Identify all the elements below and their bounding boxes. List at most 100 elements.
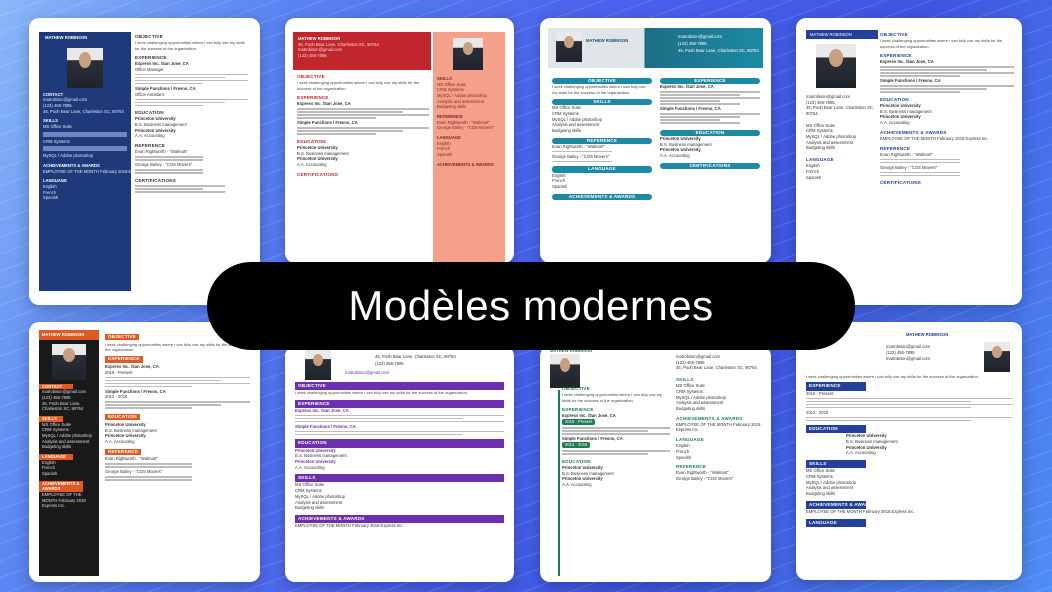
resume-name: MATHEW ROBINSON [39, 330, 99, 340]
awards-heading: ACHIEVEMENTS & AWARDS [295, 514, 504, 524]
resume-name: MATHEW ROBINSON [45, 35, 88, 40]
awards-heading: ACHIEVEMENTS & AWARDS [437, 161, 494, 167]
reference-item: George Bailey - "COS Movers" [135, 162, 193, 168]
avatar [550, 354, 580, 388]
language-item: Spanish [42, 471, 58, 477]
degree: A.A. Accounting [135, 133, 165, 139]
job-title: Express Inc. /San Jose, CA [297, 101, 351, 107]
awards-heading: ACHIEVEMENTS & AWARDS [39, 480, 83, 493]
resume-template-blue-minimal[interactable]: MATHEW ROBINSON matrobison@gmail.com (12… [796, 18, 1022, 305]
phone: (123) 456-7895 [298, 53, 327, 59]
resume-template-black-orange[interactable]: MATHEW ROBINSON CONTACT matrobison@gmail… [29, 322, 260, 582]
skills-heading: SKILLS [295, 474, 504, 483]
resume-name: MATHEW ROBINSON [586, 38, 629, 43]
objective-heading: OBJECTIVE [105, 334, 139, 341]
address: 45, Pooh Bear Lane, Charleston SC, 90764 [43, 108, 124, 114]
avatar [984, 342, 1010, 372]
award: EMPLOYEE OF THE MONTH February 2018 Expr… [806, 508, 915, 514]
reference-item: Evan Rightworth - "Walmart" [105, 456, 158, 462]
job-dates: 2012 - 2016 [105, 394, 128, 400]
language-heading: LANGUAGE [437, 135, 461, 141]
skill-item: MySQL / Adobe photoshop [42, 433, 92, 439]
awards-heading: ACHIEVEMENTS & AWARDS [43, 163, 100, 169]
degree: A.A. Accounting [562, 482, 592, 488]
objective-text: I seek challenging opportunities where I… [135, 40, 245, 51]
award: EMPLOYEE OF THE MONTH February 2018 Expr… [880, 135, 989, 141]
job-title: Express Inc. /San Jose, CA [660, 84, 714, 90]
avatar [453, 38, 483, 70]
reference-item: Evan Rightworth - "Walmart" [552, 143, 605, 149]
language-item: Spanish [43, 195, 59, 201]
experience-heading: EXPERIENCE [295, 399, 504, 408]
degree: A.A. Accounting [846, 450, 876, 456]
job-title: Simple Functions / Fresno, CA [295, 423, 356, 429]
resume-template-purple[interactable]: 45, Pooh Bear Lane, Charleston SC, 90764… [285, 346, 514, 582]
reference-item: Evan Rightworth - "Walmart" [880, 151, 933, 157]
avatar [816, 44, 856, 88]
reference-heading: REFERENCE [105, 448, 142, 455]
resume-name: MATHEW ROBINSON [806, 30, 878, 39]
award: EMPLOYEE OF THE MONTH February 2018 Expr… [43, 168, 131, 174]
avatar [305, 350, 331, 380]
job-dates: 2016 - Present [105, 369, 133, 375]
degree: A.A. Accounting [880, 119, 910, 125]
address: 45, Pooh Bear Lane, Charleston SC, 90764 [806, 105, 874, 117]
skills-heading: SKILLS [806, 460, 866, 469]
cert-heading: CERTIFICATIONS [135, 177, 176, 183]
job-dates: 2016 - Present [562, 418, 596, 425]
job-title: Express Inc. /San Jose, CA [880, 59, 934, 65]
experience-heading: EXPERIENCE [105, 356, 143, 363]
skill-item: Budgeting skills [676, 405, 706, 411]
skill-item: CRM Systems [43, 138, 70, 144]
avatar [556, 32, 582, 62]
objective-text: I seek challenging opportunities where I… [806, 374, 979, 379]
job-title: Express Inc. /San Jose, CA [295, 407, 349, 413]
skill-item: Budgeting skills [552, 127, 582, 133]
resume-template-red-salmon[interactable]: MATHEW ROBINSON 45, Pooh Bear Lane, Char… [285, 18, 514, 263]
degree: A.A. Accounting [297, 161, 327, 167]
experience-heading: EXPERIENCE [806, 382, 866, 391]
education-heading: EDUCATION [295, 439, 504, 448]
language-item: Spanish [552, 183, 568, 189]
phone: (123) 456-7895 [678, 41, 707, 46]
job-role: Office Assistant [135, 91, 164, 97]
cert-heading: CERTIFICATIONS [297, 171, 338, 177]
resume-template-navy-simple[interactable]: MATHEW ROBINSON matrobison@gmail.com (12… [796, 322, 1022, 580]
avatar [52, 343, 86, 380]
cert-heading: CERTIFICATIONS [660, 162, 760, 169]
job-title: Simple Functions / Fresno, CA [297, 120, 358, 126]
phone: (123) 456-7895 [375, 361, 404, 366]
education-heading: EDUCATION [806, 425, 866, 434]
awards-heading: ACHIEVEMENTS & AWARDS [552, 193, 652, 200]
reference-heading: REFERENCE [437, 114, 463, 120]
reference-item: George Bailey - "COS Movers" [437, 125, 495, 131]
avatar [67, 47, 103, 88]
job-dates: 2012 - 2016 [806, 409, 829, 415]
objective-text: I seek challenging opportunities where I… [297, 80, 420, 91]
objective-text: I seek challenging opportunities where I… [562, 392, 663, 403]
resume-template-teal[interactable]: MATHEW ROBINSON matrobison@gmail.com (12… [540, 18, 771, 263]
resume-template-green-timeline[interactable]: MATHEW ROBINSON OBJECTIVE I seek challen… [540, 346, 771, 582]
reference-item: George Bailey - "COS Movers" [552, 153, 610, 159]
language-heading: LANGUAGE [806, 518, 866, 527]
reference-item: George Bailey - "COS Movers" [880, 164, 938, 170]
degree: A.A. Accounting [295, 464, 325, 470]
skill-item: Budgeting skills [806, 490, 836, 496]
award: EMPLOYEE OF THE MONTH February 2018 Expr… [295, 523, 404, 529]
skill-item: Budgeting skills [806, 145, 836, 151]
objective-text: I seek challenging opportunities where I… [295, 390, 468, 396]
job-title: Simple Functions / Fresno, CA [880, 78, 941, 84]
degree: A.A. Accounting [660, 152, 690, 158]
objective-text: I seek challenging opportunities where I… [552, 84, 646, 95]
banner-title: Modèles modernes [348, 282, 714, 329]
address: 45, Pooh Bear Lane, Charleston SC, 90764 [676, 365, 757, 371]
resume-template-navy-sidebar[interactable]: MATHEW ROBINSON CONTACT matrobison@gmail… [29, 18, 260, 305]
language-heading: LANGUAGE [43, 178, 67, 184]
resume-name: MATHEW ROBINSON [906, 332, 949, 337]
title-banner: Modèles modernes [207, 262, 855, 350]
job-dates: 2012 - 2016 [562, 441, 591, 448]
email: matrobison@gmail.com [345, 370, 390, 375]
address: 45, Pooh Bear Lane, Charleston SC, 90764 [42, 400, 84, 412]
reference-item: Evan Rightworth - "Walmart" [135, 149, 188, 155]
award: EMPLOYEE OF THE MONTH February 2018 Expr… [42, 492, 86, 509]
